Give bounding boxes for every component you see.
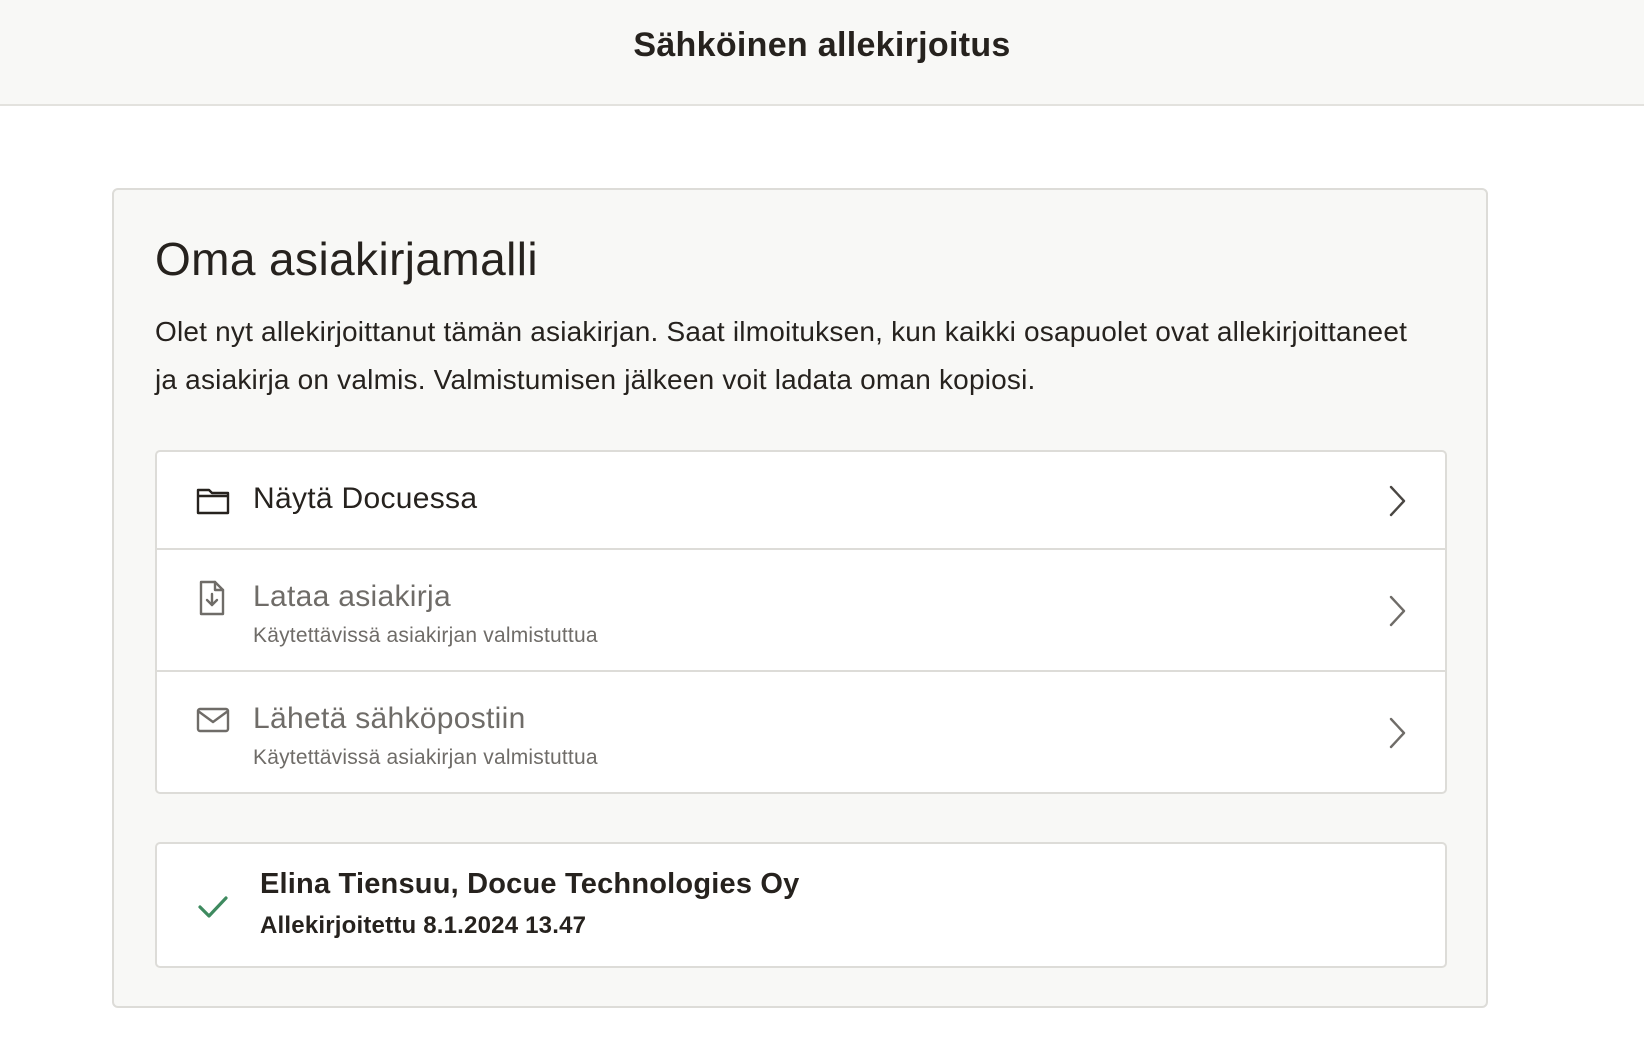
action-availability-note: Käytettävissä asiakirjan valmistuttua: [253, 746, 598, 769]
send-email-button[interactable]: Lähetä sähköpostiin Käytettävissä asiaki…: [157, 672, 1445, 792]
action-label: Lataa asiakirja: [253, 580, 451, 613]
action-availability-note: Käytettävissä asiakirjan valmistuttua: [253, 624, 598, 647]
action-label: Näytä Docuessa: [253, 482, 478, 515]
signed-timestamp: Allekirjoitettu 8.1.2024 13.47: [260, 912, 587, 939]
signature-card: Oma asiakirjamalli Olet nyt allekirjoitt…: [112, 188, 1488, 1008]
chevron-right-icon: [1385, 715, 1409, 751]
action-label: Lähetä sähköpostiin: [253, 702, 526, 735]
show-in-docue-button[interactable]: Näytä Docuessa: [157, 452, 1445, 550]
folder-icon: [195, 482, 231, 518]
signer-status-box: Elina Tiensuu, Docue Technologies Oy All…: [155, 842, 1447, 968]
actions-list: Näytä Docuessa Lataa asiakirja Käytettäv…: [155, 450, 1447, 794]
chevron-right-icon: [1385, 593, 1409, 629]
download-document-button[interactable]: Lataa asiakirja Käytettävissä asiakirjan…: [157, 550, 1445, 672]
file-download-icon: [195, 580, 231, 616]
page-title: Sähköinen allekirjoitus: [633, 26, 1011, 64]
mail-icon: [195, 702, 231, 738]
signer-name: Elina Tiensuu, Docue Technologies Oy: [260, 868, 800, 900]
document-title: Oma asiakirjamalli: [155, 233, 538, 285]
check-icon: [195, 888, 231, 924]
chevron-right-icon: [1385, 483, 1409, 519]
top-bar: Sähköinen allekirjoitus: [0, 0, 1644, 106]
signature-description: Olet nyt allekirjoittanut tämän asiakirj…: [155, 316, 1408, 395]
